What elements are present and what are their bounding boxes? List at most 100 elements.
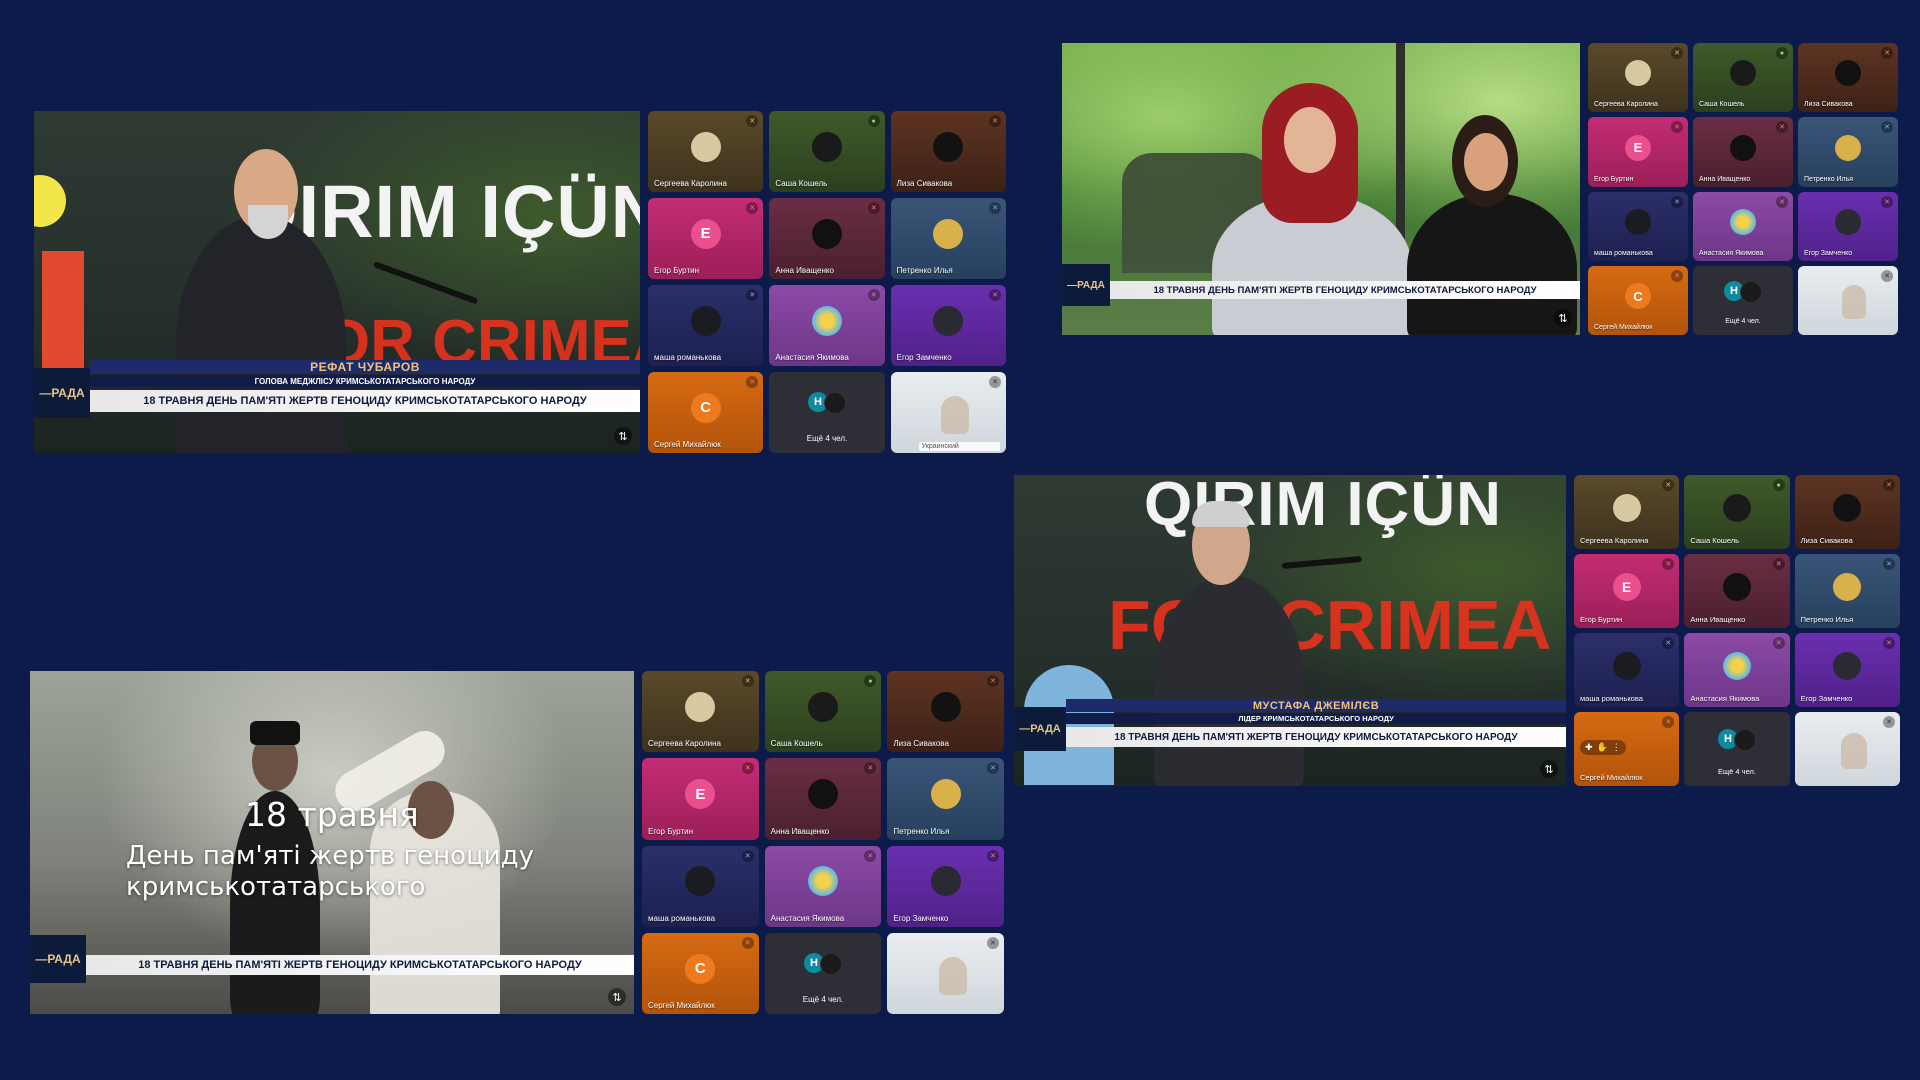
main-video[interactable]: QIRIM IÇÜN FOR CRIMEA МУСТАФА ДЖЕМІЛЄВ Л…: [1014, 475, 1566, 786]
participant-name: Егор Буртин: [1594, 175, 1634, 183]
more-participants-label: Ещё 4 чел.: [806, 434, 848, 443]
more-options-icon[interactable]: ⋮: [1612, 742, 1621, 753]
mic-muted-icon: ✕: [867, 202, 880, 214]
participant-tile[interactable]: ✕ Петренко Илья: [1798, 117, 1898, 187]
participant-tile[interactable]: ✕ Сергеева Каролина: [642, 671, 759, 753]
participant-tile[interactable]: ● Саша Кошель: [1693, 43, 1793, 113]
swap-view-icon[interactable]: ⇅: [608, 988, 626, 1006]
avatar: [811, 131, 842, 162]
participant-name: Лиза Сивакова: [893, 739, 949, 749]
participant-name: Сергеева Каролина: [1580, 536, 1649, 545]
more-participants-tile[interactable]: H Ещё 4 чел.: [1693, 265, 1793, 335]
participant-tile[interactable]: ✕ Анна Иващенко: [1693, 117, 1793, 187]
participant-tile[interactable]: ● Саша Кошель: [764, 671, 882, 753]
swap-view-icon[interactable]: ⇅: [1540, 760, 1558, 778]
participant-tile[interactable]: C ✕ Сергей Михайлюк: [1588, 265, 1688, 335]
participants-grid: ✕ Сергеева Каролина ● Саша Кошель ✕ Лиза Си…: [1588, 43, 1898, 335]
swap-view-icon[interactable]: ⇅: [614, 427, 632, 445]
participant-tile[interactable]: ● Саша Кошель: [769, 111, 885, 192]
participant-name: Анастасия Якимова: [1690, 694, 1760, 703]
mic-muted-icon: ✕: [1881, 47, 1893, 59]
hand-icon[interactable]: ✋: [1597, 742, 1608, 753]
participants-grid: ✕ Сергеева Каролина ● Саша Кошель ✕ Лиза Си…: [642, 671, 1004, 1014]
self-view-tile[interactable]: ✕: [1798, 265, 1898, 335]
participant-tile[interactable]: ✕ Анна Иващенко: [764, 758, 882, 840]
participant-tile[interactable]: ✕ Егор Замченко: [890, 285, 1006, 366]
pin-icon[interactable]: ✚: [1585, 742, 1593, 753]
participant-tile[interactable]: ✕ Анастасия Якимова: [1693, 191, 1793, 261]
participant-tile[interactable]: ✕ Анастасия Якимова: [769, 285, 885, 366]
participant-tile[interactable]: ✕ Сергеева Каролина: [648, 111, 764, 192]
participant-tile[interactable]: ✕ Сергеева Каролина: [1588, 43, 1688, 113]
participant-tile[interactable]: E ✕ Егор Буртин: [1588, 117, 1688, 187]
participant-tile[interactable]: ✕ маша романькова: [1588, 191, 1688, 261]
participant-tile[interactable]: ✕ Анастасия Якимова: [1684, 633, 1790, 707]
main-video[interactable]: 18 ТРАВНЯ ДЕНЬ ПАМ'ЯТІ ЖЕРТВ ГЕНОЦИДУ КР…: [1062, 43, 1580, 335]
participant-tile[interactable]: C ✕ Сергей Михайлюк: [648, 372, 764, 453]
avatar: [1625, 60, 1651, 87]
participant-tile[interactable]: ✕ Егор Замченко: [1798, 191, 1898, 261]
main-video[interactable]: 18 травня День пам'яті жертв геноциду кр…: [30, 671, 634, 1014]
participant-tile[interactable]: ✕ Егор Замченко: [1794, 633, 1900, 707]
participant-tile[interactable]: E ✕ Егор Буртин: [642, 758, 759, 840]
avatar: C: [690, 392, 721, 423]
more-participants-label: Ещё 4 чел.: [1725, 318, 1761, 325]
participant-tile[interactable]: ✚ ✋ ⋮ ✕ Сергей Михайлюк: [1574, 712, 1680, 786]
more-avatars: H: [1724, 281, 1762, 304]
participant-tile[interactable]: ✕ Лиза Сивакова: [887, 671, 1004, 753]
swap-view-icon[interactable]: ⇅: [1554, 309, 1572, 327]
more-participants-tile[interactable]: H Ещё 4 чел.: [769, 372, 885, 453]
participant-tile[interactable]: ✕ маша романькова: [642, 845, 759, 927]
participant-tile[interactable]: E ✕ Егор Буртин: [1574, 554, 1680, 628]
participant-tile[interactable]: ✕ Петренко Илья: [890, 198, 1006, 279]
self-view-tile[interactable]: ✕: [887, 932, 1004, 1014]
participant-tile[interactable]: ✕ Лиза Сивакова: [1798, 43, 1898, 113]
avatar: E: [685, 779, 716, 809]
self-view-figure: [1841, 732, 1867, 769]
self-view-tile[interactable]: ✕ Украинский: [890, 372, 1006, 453]
participant-tile[interactable]: ✕ Егор Замченко: [887, 845, 1004, 927]
participant-name: Петренко Илья: [1800, 615, 1854, 624]
speaker-body: [1154, 575, 1304, 786]
dancer-man-hat: [250, 721, 300, 745]
participant-tile[interactable]: ✕ Анастасия Якимова: [764, 845, 882, 927]
avatar: [807, 866, 838, 897]
avatar: C: [1625, 283, 1651, 310]
channel-logo: —РАДА: [1014, 707, 1066, 751]
self-view-tile[interactable]: ✕: [1794, 712, 1900, 786]
avatar: E: [1612, 572, 1641, 601]
participant-tile[interactable]: ✕ Лиза Сивакова: [1794, 475, 1900, 549]
participant-tile[interactable]: C ✕ Сергей Михайлюк: [642, 932, 759, 1014]
participant-name: Петренко Илья: [893, 826, 950, 836]
title-line-3: кримськотатарського: [126, 872, 426, 902]
avatar: [811, 218, 842, 249]
mic-muted-icon: ✕: [986, 849, 999, 862]
participant-name: Сергей Михайлюк: [648, 1001, 715, 1010]
avatar: [690, 305, 721, 336]
participant-name: Саша Кошель: [770, 739, 823, 749]
mic-icon: ●: [864, 675, 877, 687]
participant-tile[interactable]: ✕ маша романькова: [648, 285, 764, 366]
more-participants-tile[interactable]: H Ещё 4 чел.: [764, 932, 882, 1014]
mic-muted-icon: ✕: [741, 936, 754, 949]
participant-tile[interactable]: ● Саша Кошель: [1684, 475, 1790, 549]
speaker-role: ГОЛОВА МЕДЖЛІСУ КРИМСЬКОТАТАРСЬКОГО НАРО…: [90, 375, 640, 387]
subtitle-language: Украинский: [918, 442, 1000, 451]
avatar: [1722, 651, 1751, 680]
avatar: [1833, 572, 1862, 601]
participant-tile[interactable]: ✕ Петренко Илья: [887, 758, 1004, 840]
title-line-1: 18 травня: [245, 795, 419, 834]
participant-tile[interactable]: ✕ Сергеева Каролина: [1574, 475, 1680, 549]
participant-tile[interactable]: ✕ Лиза Сивакова: [890, 111, 1006, 192]
mic-muted-icon: ✕: [746, 202, 759, 214]
participant-tile[interactable]: ✕ Петренко Илья: [1794, 554, 1900, 628]
mic-muted-icon: ✕: [1671, 269, 1683, 282]
mic-icon: ●: [867, 115, 880, 127]
participant-tile[interactable]: ✕ маша романькова: [1574, 633, 1680, 707]
participant-tile[interactable]: E ✕ Егор Буртин: [648, 198, 764, 279]
participant-tile[interactable]: ✕ Анна Иващенко: [1684, 554, 1790, 628]
participant-tile[interactable]: ✕ Анна Иващенко: [769, 198, 885, 279]
main-video[interactable]: QIRIM IÇÜN FOR CRIMEA РЕФАТ ЧУБАРОВ ГОЛО…: [34, 111, 640, 453]
more-participants-tile[interactable]: H Ещё 4 чел.: [1684, 712, 1790, 786]
mic-muted-icon: ✕: [1662, 479, 1675, 491]
